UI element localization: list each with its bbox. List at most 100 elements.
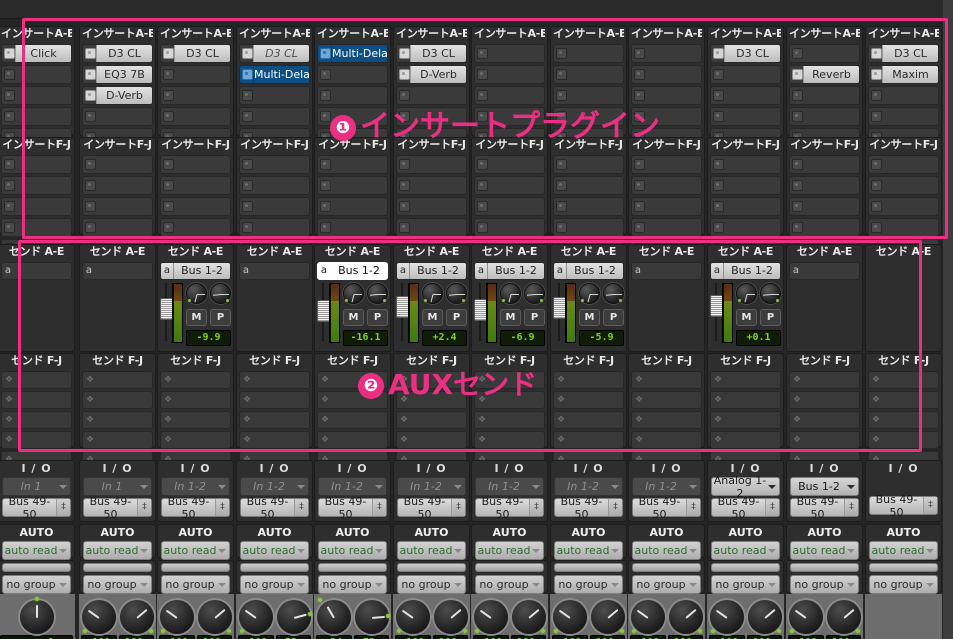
input-selector[interactable]: In 1-2 bbox=[475, 477, 544, 496]
insert-slot[interactable] bbox=[396, 197, 467, 216]
automation-mode-value[interactable]: auto read bbox=[791, 544, 847, 557]
pan-knob-right[interactable] bbox=[826, 600, 861, 634]
group-selector[interactable]: no group bbox=[83, 575, 152, 594]
insert-led-icon[interactable] bbox=[871, 201, 882, 212]
group-value[interactable]: no group bbox=[476, 578, 532, 591]
insert-slot[interactable] bbox=[710, 197, 781, 216]
insert-slot[interactable] bbox=[317, 65, 388, 84]
insert-slot[interactable]: Maxim bbox=[868, 65, 939, 84]
send-slot[interactable]: ❖ bbox=[789, 431, 860, 449]
send-slot[interactable]: a Bus 1-2 bbox=[160, 262, 231, 280]
insert-slot[interactable] bbox=[789, 176, 860, 195]
insert-led-icon[interactable] bbox=[871, 48, 882, 59]
send-slot-letter[interactable]: a bbox=[790, 263, 802, 279]
insert-led-icon[interactable] bbox=[477, 69, 488, 80]
insert-slot[interactable]: D3 CL bbox=[239, 44, 310, 63]
input-selector[interactable]: In 1-2 bbox=[318, 477, 387, 496]
send-slot[interactable]: ❖ bbox=[553, 411, 624, 429]
send-fader[interactable] bbox=[317, 283, 331, 341]
insert-slot[interactable] bbox=[239, 218, 310, 237]
input-selector[interactable]: Analog 1-2 bbox=[711, 474, 780, 500]
insert-slot[interactable]: D3 CL bbox=[396, 44, 467, 63]
output-pin-icon[interactable]: ‡ bbox=[608, 499, 622, 516]
automation-mode-value[interactable]: auto read bbox=[162, 544, 218, 557]
group-value[interactable]: no group bbox=[555, 578, 611, 591]
insert-slot[interactable]: Reverb bbox=[789, 65, 860, 84]
pan-knob[interactable] bbox=[19, 597, 54, 634]
chevron-down-icon[interactable] bbox=[218, 582, 226, 587]
insert-led-icon[interactable] bbox=[556, 201, 567, 212]
send-slot-letter[interactable]: a bbox=[240, 263, 252, 279]
input-selector[interactable]: In 1-2 bbox=[632, 477, 701, 496]
send-slot[interactable]: ❖ bbox=[631, 391, 702, 409]
insert-slot[interactable] bbox=[631, 176, 702, 195]
insert-slot[interactable] bbox=[239, 107, 310, 126]
insert-led-icon[interactable] bbox=[713, 201, 724, 212]
pan-value-display-left[interactable]: ◂100 bbox=[630, 635, 666, 639]
output-selector[interactable]: Bus 49-50 ‡ bbox=[397, 495, 466, 521]
output-selector[interactable]: Bus 49-50 ‡ bbox=[790, 495, 859, 521]
insert-led-icon[interactable] bbox=[556, 159, 567, 170]
send-slot[interactable]: ❖ bbox=[553, 391, 624, 409]
insert-led-icon[interactable] bbox=[4, 48, 15, 59]
output-pin-icon[interactable]: ‡ bbox=[686, 499, 700, 516]
send-slot[interactable]: ❖ bbox=[710, 431, 781, 449]
send-mute-button[interactable]: M bbox=[422, 309, 443, 326]
chevron-down-icon[interactable] bbox=[375, 548, 383, 553]
send-bus-name[interactable]: Bus 1-2 bbox=[331, 263, 387, 279]
insert-slot[interactable] bbox=[631, 65, 702, 84]
insert-slot[interactable] bbox=[868, 155, 939, 174]
send-mute-button[interactable]: M bbox=[186, 309, 207, 326]
input-selector[interactable]: In 1-2 bbox=[397, 477, 466, 496]
insert-slot[interactable] bbox=[239, 155, 310, 174]
insert-slot[interactable] bbox=[396, 176, 467, 195]
pan-value-display-left[interactable]: ◂100 bbox=[473, 635, 509, 639]
send-slot[interactable]: ❖ bbox=[396, 431, 467, 449]
send-level-readout[interactable]: -16.1 bbox=[343, 330, 388, 346]
output-pin-icon[interactable]: ‡ bbox=[923, 497, 937, 514]
automation-mode-selector[interactable]: auto read bbox=[161, 541, 230, 560]
insert-led-icon[interactable] bbox=[634, 180, 645, 191]
pan-value-display-right[interactable]: 100▸ bbox=[667, 635, 703, 639]
insert-slot[interactable] bbox=[160, 65, 231, 84]
automation-mode-value[interactable]: auto read bbox=[84, 544, 140, 557]
insert-plugin-name[interactable]: D3 CL bbox=[882, 45, 938, 62]
send-mute-button[interactable]: M bbox=[736, 309, 757, 326]
chevron-down-icon[interactable] bbox=[847, 582, 855, 587]
insert-led-icon[interactable] bbox=[713, 222, 724, 233]
insert-led-icon[interactable] bbox=[634, 222, 645, 233]
input-selector[interactable]: Bus 1-2 bbox=[790, 477, 859, 496]
insert-led-icon[interactable] bbox=[871, 90, 882, 101]
input-name[interactable]: In 1-2 bbox=[398, 480, 454, 493]
pan-knob-right[interactable] bbox=[590, 600, 625, 634]
chevron-down-icon[interactable] bbox=[59, 582, 67, 587]
group-indicator-bar[interactable] bbox=[397, 563, 466, 572]
output-pin-icon[interactable]: ‡ bbox=[215, 499, 229, 516]
pan-value-display-right[interactable]: 100▸ bbox=[432, 635, 468, 639]
automation-mode-selector[interactable]: auto read bbox=[318, 541, 387, 560]
group-selector[interactable]: no group bbox=[240, 575, 309, 594]
send-slot[interactable]: ❖ bbox=[317, 391, 388, 409]
insert-led-icon[interactable] bbox=[242, 180, 253, 191]
send-slot[interactable]: ❖ bbox=[553, 371, 624, 389]
output-selector[interactable]: Bus 49-50 ‡ bbox=[632, 495, 701, 521]
insert-slot[interactable] bbox=[82, 176, 153, 195]
pan-knob-right[interactable] bbox=[354, 600, 390, 634]
chevron-down-icon[interactable] bbox=[532, 548, 540, 553]
group-selector[interactable]: no group bbox=[318, 575, 387, 594]
send-slot[interactable]: ❖ bbox=[474, 371, 545, 389]
insert-slot[interactable] bbox=[553, 176, 624, 195]
output-selector[interactable]: Bus 49-50 ‡ bbox=[869, 493, 938, 519]
insert-led-icon[interactable] bbox=[477, 159, 488, 170]
insert-led-icon[interactable] bbox=[556, 48, 567, 59]
insert-led-icon[interactable] bbox=[634, 90, 645, 101]
insert-slot[interactable] bbox=[317, 86, 388, 105]
insert-led-icon[interactable] bbox=[556, 90, 567, 101]
input-name[interactable]: Analog 1-2 bbox=[712, 474, 768, 500]
insert-led-icon[interactable] bbox=[792, 111, 803, 122]
insert-slot[interactable] bbox=[1, 197, 72, 216]
insert-slot[interactable] bbox=[631, 44, 702, 63]
insert-led-icon[interactable] bbox=[792, 180, 803, 191]
send-bus-name[interactable]: Bus 1-2 bbox=[410, 263, 466, 279]
input-name[interactable]: In 1 bbox=[84, 480, 140, 493]
